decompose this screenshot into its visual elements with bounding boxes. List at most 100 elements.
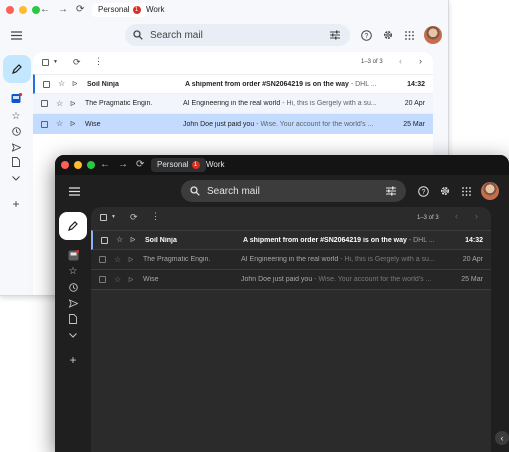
tab-work[interactable]: Work [200, 158, 231, 172]
hamburger-menu-icon[interactable] [67, 185, 81, 197]
pagination-text: 1–3 of 3 [361, 59, 383, 65]
help-icon[interactable]: ? [360, 29, 372, 41]
mail-row[interactable]: ☆ ᐅ Soil Ninja A shipment from order #SN… [91, 230, 491, 250]
clock-icon[interactable] [10, 125, 22, 137]
send-icon[interactable] [67, 297, 79, 309]
important-marker-icon[interactable]: ᐅ [130, 236, 135, 244]
refresh-icon[interactable]: ⟳ [130, 212, 138, 223]
inbox-icon[interactable] [10, 92, 22, 104]
apps-grid-icon[interactable] [460, 185, 472, 197]
search-icon[interactable] [190, 186, 200, 196]
back-icon[interactable]: ← [40, 3, 50, 17]
send-icon[interactable] [10, 141, 22, 153]
prev-page-icon[interactable]: ‹ [455, 211, 458, 221]
row-checkbox[interactable] [101, 236, 108, 244]
search-options-icon[interactable] [330, 30, 340, 40]
mail-date: 14:32 [407, 80, 425, 88]
mail-sender: Wise [143, 276, 159, 283]
row-checkbox[interactable] [41, 120, 48, 128]
search-icon[interactable] [133, 30, 143, 40]
avatar[interactable] [424, 26, 442, 44]
mail-snippet: - Hi, this is Gergely with a su... [338, 256, 435, 263]
plus-icon[interactable]: + [67, 353, 79, 367]
close-window-button[interactable] [6, 6, 14, 14]
close-window-button[interactable] [61, 161, 69, 169]
important-marker-icon[interactable]: ᐅ [72, 80, 77, 88]
star-icon[interactable]: ☆ [58, 80, 65, 88]
refresh-icon[interactable]: ⟳ [73, 57, 81, 68]
more-vert-icon[interactable]: ⋮ [94, 56, 103, 67]
mail-row[interactable]: ☆ ᐅ Wise John Doe just paid you - Wise. … [33, 114, 433, 134]
star-icon[interactable]: ☆ [116, 236, 123, 244]
minimize-window-button[interactable] [74, 161, 82, 169]
search-bar[interactable]: Search mail [181, 180, 406, 202]
important-marker-icon[interactable]: ᐅ [128, 256, 133, 264]
chevron-down-icon[interactable] [10, 172, 22, 184]
row-checkbox[interactable] [99, 276, 106, 283]
select-all-checkbox[interactable] [42, 59, 49, 66]
mail-row[interactable]: ☆ ᐅ Wise John Doe just paid you - Wise. … [91, 270, 491, 290]
select-dropdown-icon[interactable]: ▼ [111, 214, 116, 220]
next-page-icon[interactable]: › [419, 56, 422, 66]
tab-work[interactable]: Work [140, 3, 171, 17]
mail-row[interactable]: ☆ ᐅ Soil Ninja A shipment from order #SN… [33, 74, 433, 94]
select-all-checkbox[interactable] [100, 214, 107, 221]
inbox-icon[interactable] [67, 249, 79, 261]
forward-icon[interactable]: → [118, 158, 128, 172]
compose-button[interactable] [3, 55, 31, 83]
back-icon[interactable]: ← [100, 158, 110, 172]
mail-sender: Soil Ninja [87, 80, 119, 88]
minimize-window-button[interactable] [19, 6, 27, 14]
star-icon[interactable]: ☆ [10, 110, 22, 122]
star-icon[interactable]: ☆ [56, 99, 63, 108]
row-checkbox[interactable] [99, 256, 106, 263]
search-options-icon[interactable] [386, 186, 396, 196]
row-checkbox[interactable] [41, 100, 48, 107]
star-icon[interactable]: ☆ [114, 275, 121, 284]
search-input[interactable]: Search mail [207, 186, 260, 197]
mail-snippet: - Hi, this is Gergely with a su... [280, 100, 377, 107]
compose-button[interactable] [59, 212, 87, 240]
important-marker-icon[interactable]: ᐅ [70, 120, 75, 128]
prev-page-icon[interactable]: ‹ [399, 56, 402, 66]
select-dropdown-icon[interactable]: ▼ [53, 59, 58, 65]
chevron-down-icon[interactable] [67, 329, 79, 341]
draft-icon[interactable] [10, 156, 22, 168]
tab-personal[interactable]: Personal 1 [151, 158, 206, 172]
star-icon[interactable]: ☆ [67, 265, 79, 277]
gear-icon[interactable] [439, 185, 451, 197]
draft-icon[interactable] [67, 313, 79, 325]
plus-icon[interactable]: + [10, 197, 22, 211]
mail-snippet: - DHL ... [406, 236, 435, 244]
zoom-window-button[interactable] [32, 6, 40, 14]
search-input[interactable]: Search mail [150, 30, 203, 41]
star-icon[interactable]: ☆ [56, 120, 63, 128]
mail-subject-snippet: John Doe just paid you - Wise. Your acco… [183, 121, 379, 128]
important-marker-icon[interactable]: ᐅ [128, 276, 133, 284]
search-bar[interactable]: Search mail [125, 24, 350, 46]
side-panel-toggle-icon[interactable]: ‹ [495, 431, 509, 445]
mail-row[interactable]: ☆ ᐅ The Pragmatic Engin. AI Engineering … [91, 250, 491, 270]
mail-date: 14:32 [465, 236, 483, 244]
zoom-window-button[interactable] [87, 161, 95, 169]
important-marker-icon[interactable]: ᐅ [70, 100, 75, 108]
reload-icon[interactable]: ⟳ [136, 158, 144, 172]
mail-snippet: - DHL ... [348, 80, 377, 88]
tab-personal[interactable]: Personal 1 [92, 3, 147, 17]
clock-icon[interactable] [67, 281, 79, 293]
avatar[interactable] [481, 182, 499, 200]
row-checkbox[interactable] [43, 80, 50, 88]
more-vert-icon[interactable]: ⋮ [151, 211, 160, 222]
reload-icon[interactable]: ⟳ [76, 3, 84, 17]
mail-row[interactable]: ☆ ᐅ The Pragmatic Engin. AI Engineering … [33, 94, 433, 114]
help-icon[interactable]: ? [417, 185, 429, 197]
hamburger-menu-icon[interactable] [8, 29, 24, 41]
mail-subject-snippet: AI Engineering in the real world - Hi, t… [183, 100, 379, 107]
gear-icon[interactable] [382, 29, 394, 41]
star-icon[interactable]: ☆ [114, 255, 121, 264]
mail-snippet: - Wise. Your account for the world's ... [312, 276, 432, 283]
title-bar: ← → ⟳ Personal 1 Work [55, 155, 509, 175]
next-page-icon[interactable]: › [475, 211, 478, 221]
forward-icon[interactable]: → [58, 3, 68, 17]
apps-grid-icon[interactable] [403, 29, 415, 41]
